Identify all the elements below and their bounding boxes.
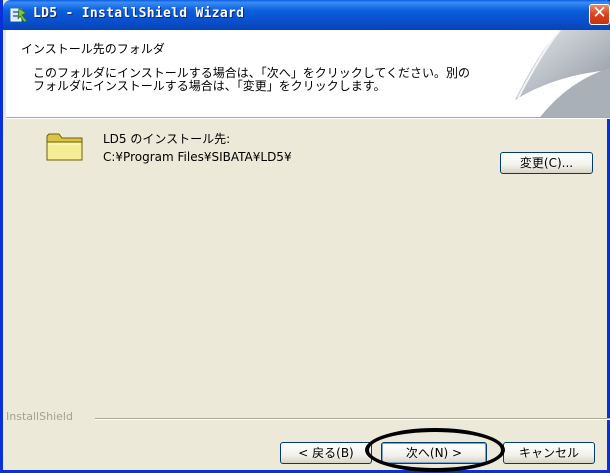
install-location-label: LD5 のインストール先: xyxy=(103,132,231,146)
folder-icon xyxy=(46,130,84,166)
header-title: インストール先のフォルダ xyxy=(21,42,165,56)
installshield-brand: InstallShield xyxy=(6,410,73,423)
back-button[interactable]: < 戻る(B) xyxy=(280,442,372,464)
header-separator xyxy=(6,117,610,119)
close-icon: ✕ xyxy=(592,3,607,23)
header-art-graphic xyxy=(515,30,610,117)
window-title: LD5 - InstallShield Wizard xyxy=(33,6,245,21)
wizard-header: インストール先のフォルダ このフォルダにインストールする場合は、「次へ」をクリッ… xyxy=(6,30,610,117)
header-description-line-2: フォルダにインストールする場合は、「変更」をクリックします。 xyxy=(33,79,386,93)
change-button[interactable]: 変更(C)... xyxy=(500,152,593,174)
close-button[interactable]: ✕ xyxy=(589,3,610,25)
wizard-window: LD5 - InstallShield Wizard ✕ インストール先のフォル… xyxy=(0,0,610,473)
title-bar[interactable]: LD5 - InstallShield Wizard ✕ xyxy=(3,0,610,30)
header-description: このフォルダにインストールする場合は、「次へ」をクリックしてください。別の フォ… xyxy=(33,67,533,93)
install-location-path: C:¥Program Files¥SIBATA¥LD5¥ xyxy=(103,150,292,164)
installer-icon xyxy=(10,6,28,24)
next-button[interactable]: 次へ(N) > xyxy=(381,442,487,464)
cancel-button[interactable]: キャンセル xyxy=(503,442,595,464)
footer-separator xyxy=(95,418,610,420)
